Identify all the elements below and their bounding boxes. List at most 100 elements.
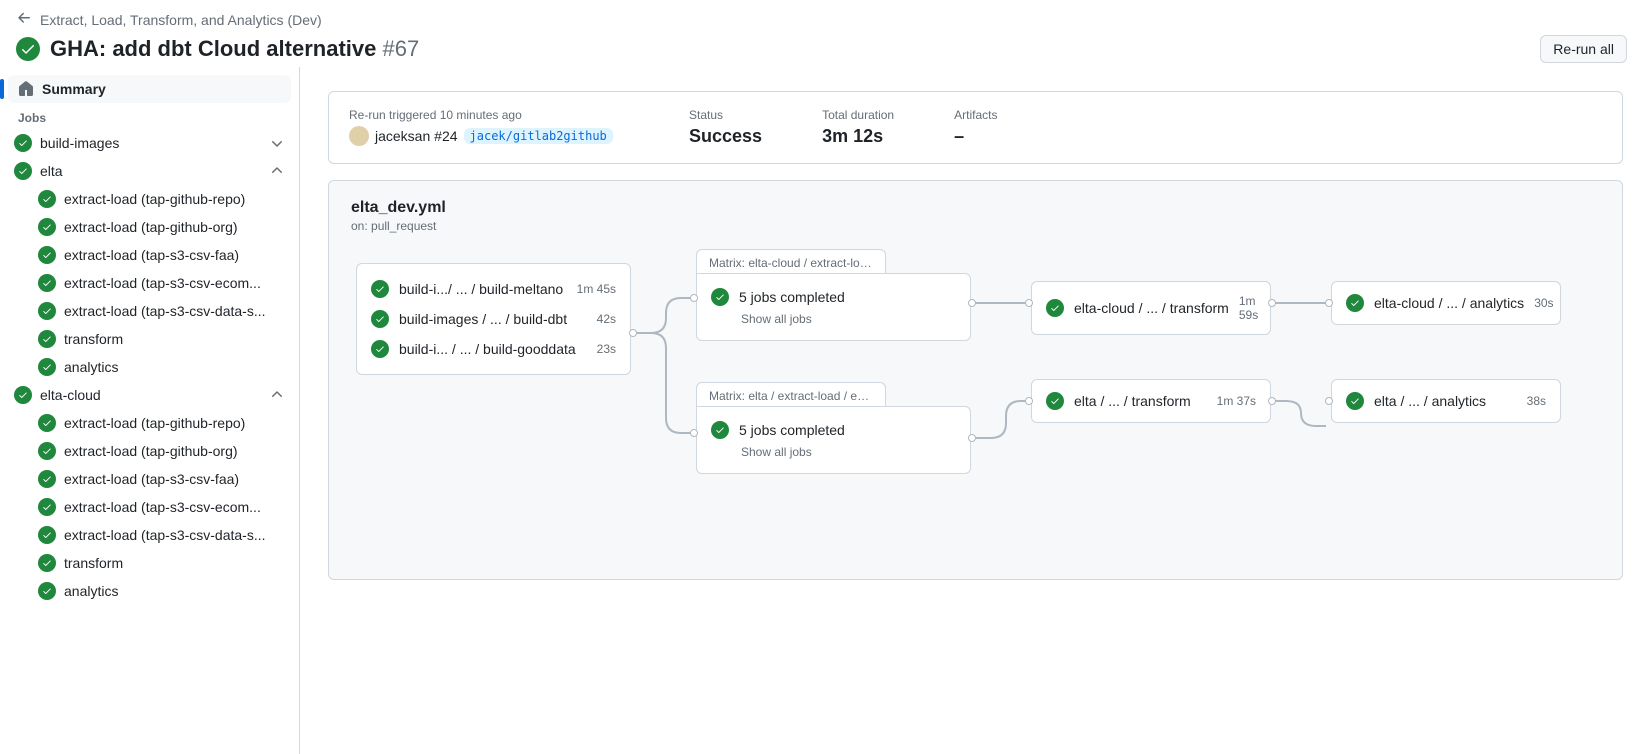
job-item[interactable]: analytics [8,577,291,605]
build-node-time: 1m 45s [577,282,616,296]
check-icon [38,470,56,488]
job-item[interactable]: extract-load (tap-s3-csv-ecom... [8,269,291,297]
check-icon [38,442,56,460]
check-icon [1046,299,1064,317]
chevron-icon [269,163,285,179]
job-item-label: extract-load (tap-github-repo) [64,191,245,207]
status-check-icon [16,37,40,61]
job-item[interactable]: extract-load (tap-s3-csv-faa) [8,465,291,493]
node-elta-transform[interactable]: elta / ... / transform 1m 37s [1031,379,1271,423]
build-node-row[interactable]: build-i.../ ... / build-meltano 1m 45s [371,274,616,304]
back-arrow-icon[interactable] [16,10,32,29]
workflow-file[interactable]: elta_dev.yml [351,199,1600,217]
job-group-elta-cloud[interactable]: elta-cloud [8,381,291,409]
check-icon [371,310,389,328]
job-item-label: extract-load (tap-github-repo) [64,415,245,431]
check-icon [371,280,389,298]
build-node-label: build-i.../ ... / build-meltano [399,281,563,297]
build-node-row[interactable]: build-images / ... / build-dbt 42s [371,304,616,334]
show-all-jobs-2[interactable]: Show all jobs [711,445,956,463]
job-item[interactable]: analytics [8,353,291,381]
check-icon [38,274,56,292]
job-item-label: analytics [64,583,118,599]
job-item-label: transform [64,555,123,571]
job-item[interactable]: extract-load (tap-s3-csv-data-s... [8,521,291,549]
build-node-label: build-i... / ... / build-gooddata [399,341,576,357]
status-label: Status [689,108,762,122]
check-icon [38,554,56,572]
job-item[interactable]: extract-load (tap-s3-csv-faa) [8,241,291,269]
content-area: Re-run triggered 10 minutes ago jaceksan… [300,67,1643,754]
check-icon [1346,294,1364,312]
job-item[interactable]: transform [8,325,291,353]
avatar[interactable] [349,126,369,146]
job-item[interactable]: extract-load (tap-github-org) [8,213,291,241]
status-value: Success [689,126,762,147]
job-group-elta[interactable]: elta [8,157,291,185]
artifacts-value: – [954,126,997,147]
trigger-user[interactable]: jaceksan #24 [375,128,458,144]
check-icon [38,246,56,264]
job-group-label: elta [40,163,63,179]
duration-value: 3m 12s [822,126,894,147]
check-icon [38,498,56,516]
job-item[interactable]: transform [8,549,291,577]
job-item[interactable]: extract-load (tap-s3-csv-data-s... [8,297,291,325]
job-item-label: extract-load (tap-github-org) [64,443,238,459]
node-elta-cloud-transform[interactable]: elta-cloud / ... / transform 1m 59s [1031,281,1271,335]
run-info-box: Re-run triggered 10 minutes ago jaceksan… [328,91,1623,164]
job-item[interactable]: extract-load (tap-github-repo) [8,409,291,437]
build-node-time: 23s [597,342,616,356]
job-group-build-images[interactable]: build-images [8,129,291,157]
node-elta-analytics[interactable]: elta / ... / analytics 38s [1331,379,1561,423]
sidebar-summary[interactable]: Summary [8,75,291,103]
check-icon [14,134,32,152]
duration-label: Total duration [822,108,894,122]
check-icon [1046,392,1064,410]
sidebar-summary-label: Summary [42,81,106,97]
node-elta-cloud-analytics[interactable]: elta-cloud / ... / analytics 30s [1331,281,1561,325]
matrix2-summary: 5 jobs completed [739,422,845,438]
check-icon [38,582,56,600]
build-node-label: build-images / ... / build-dbt [399,311,567,327]
build-node-row[interactable]: build-i... / ... / build-gooddata 23s [371,334,616,364]
job-item-label: extract-load (tap-s3-csv-data-s... [64,527,266,543]
check-icon [38,330,56,348]
workflow-trigger: on: pull_request [351,219,1600,233]
check-icon [371,340,389,358]
matrix-tab-elta-cloud[interactable]: Matrix: elta-cloud / extract-load / ... [696,249,886,274]
breadcrumb[interactable]: Extract, Load, Transform, and Analytics … [16,10,1627,29]
chevron-icon [269,135,285,151]
job-item[interactable]: extract-load (tap-s3-csv-ecom... [8,493,291,521]
job-item[interactable]: extract-load (tap-github-repo) [8,185,291,213]
show-all-jobs-1[interactable]: Show all jobs [711,312,956,330]
branch-tag[interactable]: jacek/gitlab2github [464,128,613,144]
chevron-icon [269,387,285,403]
check-icon [1346,392,1364,410]
check-icon [38,358,56,376]
jobs-section-label: Jobs [8,103,291,129]
workflow-graph-box: elta_dev.yml on: pull_request build-i...… [328,180,1623,580]
job-item-label: extract-load (tap-s3-csv-data-s... [64,303,266,319]
matrix-tab-elta[interactable]: Matrix: elta / extract-load / extract... [696,382,886,407]
job-item-label: extract-load (tap-s3-csv-ecom... [64,275,261,291]
job-item-label: analytics [64,359,118,375]
check-icon [38,190,56,208]
matrix-node-elta[interactable]: 5 jobs completed Show all jobs [696,406,971,474]
job-group-label: elta-cloud [40,387,101,403]
build-node-time: 42s [597,312,616,326]
run-number: #67 [382,36,419,61]
page-title: GHA: add dbt Cloud alternative #67 [50,36,419,62]
matrix-node-elta-cloud[interactable]: 5 jobs completed Show all jobs [696,273,971,341]
trigger-info: Re-run triggered 10 minutes ago [349,108,629,122]
check-icon [711,288,729,306]
check-icon [38,302,56,320]
job-item[interactable]: extract-load (tap-github-org) [8,437,291,465]
job-group-label: build-images [40,135,119,151]
rerun-all-button[interactable]: Re-run all [1540,35,1627,63]
check-icon [38,414,56,432]
sidebar: Summary Jobs build-imageseltaextract-loa… [0,67,300,754]
artifacts-label: Artifacts [954,108,997,122]
node-build-images[interactable]: build-i.../ ... / build-meltano1m 45sbui… [356,263,631,375]
breadcrumb-text[interactable]: Extract, Load, Transform, and Analytics … [40,12,322,28]
